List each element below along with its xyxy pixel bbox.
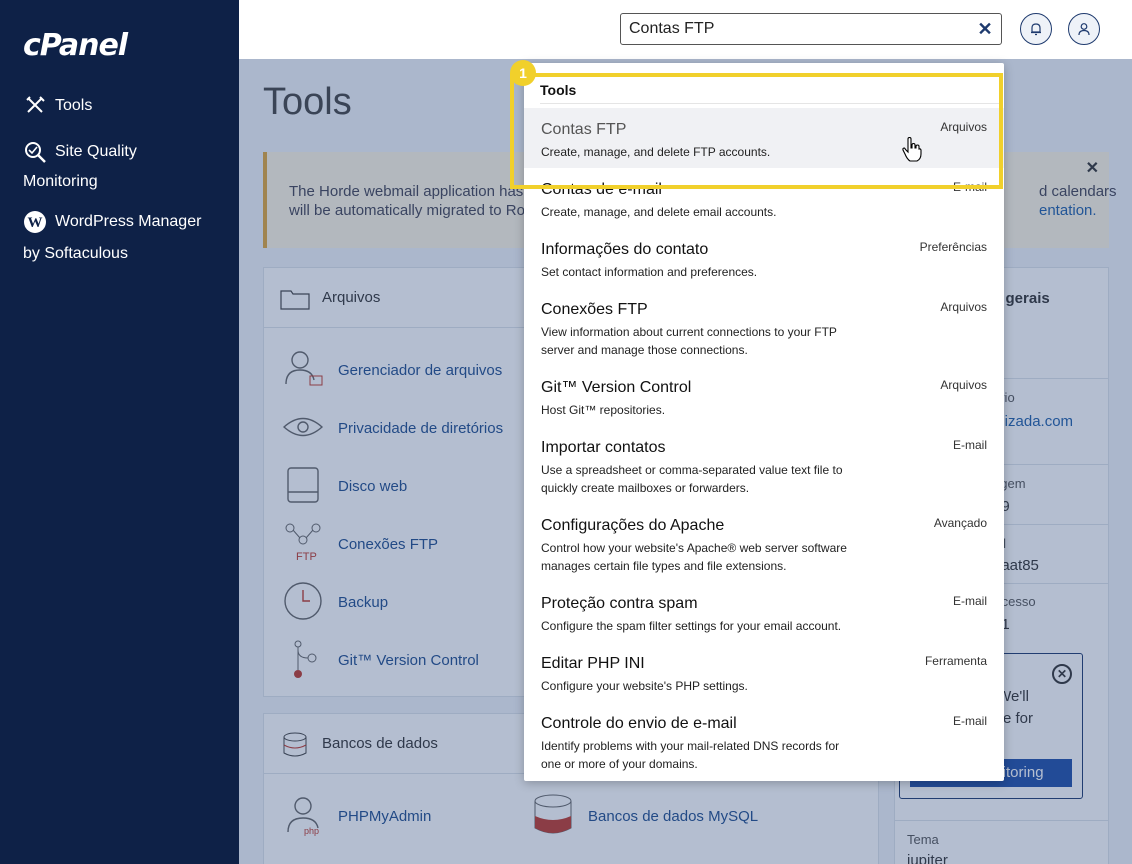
result-title: Informações do contato: [541, 241, 709, 258]
result-title: Controle do envio de e-mail: [541, 715, 737, 732]
sidebar-item-tools[interactable]: Tools: [23, 91, 92, 121]
result-item[interactable]: Importar contatos Use a spreadsheet or c…: [524, 426, 1004, 504]
sidebar-item-label: Site Quality: [55, 143, 137, 160]
cpanel-logo[interactable]: cPanel: [23, 28, 128, 63]
result-description: Create, manage, and delete email account…: [541, 205, 777, 219]
result-title: Git™ Version Control: [541, 379, 692, 396]
result-description: Host Git™ repositories.: [541, 403, 666, 417]
sidebar-item-label: Tools: [55, 97, 93, 114]
result-item[interactable]: Controle do envio de e-mail Identify pro…: [524, 702, 1004, 781]
hand-cursor-icon: [902, 137, 922, 162]
result-description: Use a spreadsheet or comma-separated val…: [541, 463, 843, 495]
result-title: Conexões FTP: [541, 301, 648, 318]
result-description: Control how your website's Apache® web s…: [541, 541, 847, 573]
result-category: E-mail: [952, 438, 987, 452]
result-description: Configure your website's PHP settings.: [541, 679, 748, 693]
result-category: Preferências: [919, 240, 987, 254]
result-description: Configure the spam filter settings for y…: [541, 619, 842, 633]
search-box[interactable]: ✕: [620, 13, 1002, 45]
result-title: Configurações do Apache: [541, 517, 725, 534]
step-highlight-box: [510, 73, 1003, 189]
result-category: Arquivos: [940, 300, 987, 314]
sidebar-item-label: WordPress Manager: [55, 213, 202, 230]
result-title: Importar contatos: [541, 439, 666, 456]
close-icon[interactable]: ✕: [977, 20, 993, 38]
step-badge: 1: [510, 60, 536, 86]
result-category: E-mail: [952, 714, 987, 728]
result-category: E-mail: [952, 594, 987, 608]
result-title: Editar PHP INI: [541, 655, 645, 672]
notifications-button[interactable]: [1020, 13, 1052, 45]
sidebar-item-label-cont[interactable]: by Softaculous: [23, 239, 128, 269]
wordpress-icon: W: [23, 210, 47, 234]
sidebar-item-label-cont[interactable]: Monitoring: [23, 167, 98, 197]
user-icon: [1078, 23, 1090, 36]
tools-icon: [23, 94, 47, 118]
sidebar-item-site-quality[interactable]: Site Quality: [23, 137, 137, 167]
result-item[interactable]: Git™ Version Control Host Git™ repositor…: [524, 366, 1004, 426]
result-category: Avançado: [933, 516, 987, 530]
result-description: Identify problems with your mail-related…: [541, 739, 840, 771]
svg-text:W: W: [28, 215, 43, 231]
result-category: Ferramenta: [924, 654, 987, 668]
sidebar-item-wordpress[interactable]: W WordPress Manager: [23, 207, 201, 237]
top-bar: ✕: [239, 0, 1132, 59]
search-input[interactable]: [629, 14, 969, 44]
result-title: Proteção contra spam: [541, 595, 698, 612]
result-item[interactable]: Proteção contra spam Configure the spam …: [524, 582, 1004, 642]
sidebar: cPanel Tools Site Quality Monitoring W W…: [0, 0, 239, 864]
result-item[interactable]: Editar PHP INI Configure your website's …: [524, 642, 1004, 702]
bell-icon: [1031, 23, 1041, 36]
result-item[interactable]: Informações do contato Set contact infor…: [524, 228, 1004, 288]
site-quality-icon: [23, 140, 47, 164]
result-item[interactable]: Conexões FTP View information about curr…: [524, 288, 1004, 366]
result-item[interactable]: Configurações do Apache Control how your…: [524, 504, 1004, 582]
result-category: Arquivos: [940, 378, 987, 392]
user-button[interactable]: [1068, 13, 1100, 45]
result-description: View information about current connectio…: [541, 325, 837, 357]
result-description: Set contact information and preferences.: [541, 265, 758, 279]
